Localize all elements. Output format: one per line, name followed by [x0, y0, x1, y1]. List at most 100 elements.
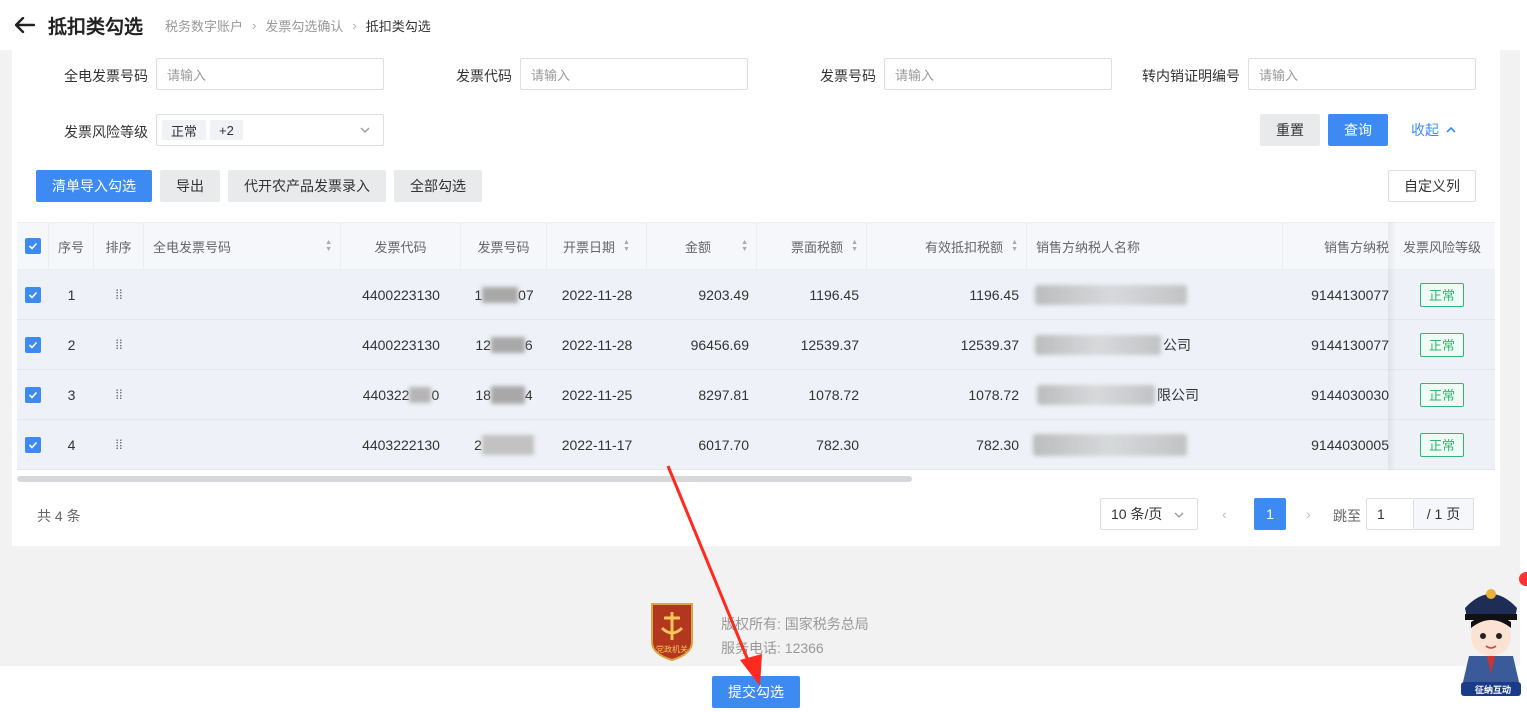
cell-valid-tax: 1196.45 [969, 286, 1019, 303]
drag-handle-icon[interactable]: ⁞⁞ [94, 270, 144, 319]
breadcrumb-item-tax-account[interactable]: 税务数字账户 [165, 16, 243, 35]
collapse-label: 收起 [1411, 122, 1439, 138]
table-row[interactable]: 3 ⁞⁞ 440322 0 18 4 2022-11-25 8297.81 1078… [17, 370, 1495, 420]
table-row[interactable]: 2 ⁞⁞ 4400223130 12 6 2022-11-28 96456.69 … [17, 320, 1495, 370]
back-arrow-icon[interactable] [14, 14, 36, 36]
column-header-full-no[interactable]: 全电发票号码 ▲ ▼ [144, 223, 341, 269]
checkbox-checked-icon[interactable] [25, 386, 41, 403]
cell-amount: 96456.69 [690, 336, 749, 353]
assistant-avatar[interactable]: 征纳互动 [1455, 578, 1527, 696]
cell-number-prefix: 1 [474, 286, 483, 303]
seller-name-redaction [1033, 434, 1187, 456]
checkbox-checked-icon[interactable] [25, 336, 41, 353]
drag-handle-icon[interactable]: ⁞⁞ [94, 420, 144, 469]
prev-page-icon[interactable]: ‹ [1222, 506, 1227, 522]
column-header-valid-tax-label: 有效抵扣税额 [925, 239, 1004, 255]
transfer-cert-label: 转内销证明编号 [1142, 68, 1240, 84]
sort-icon[interactable]: ▲ ▼ [325, 239, 332, 253]
checkbox-checked-icon[interactable] [24, 238, 41, 254]
checkbox-checked-icon[interactable] [25, 436, 41, 453]
column-header-full-no-label: 全电发票号码 [153, 239, 232, 255]
invoice-code-input[interactable]: 请输入 [520, 58, 748, 90]
page-size-label: 10 条/页 [1111, 506, 1163, 522]
cell-number-prefix: 18 [475, 386, 491, 403]
status-badge: 正常 [1419, 332, 1464, 357]
import-select-button[interactable]: 清单导入勾选 [36, 170, 152, 202]
header-select-all-checkbox[interactable] [17, 223, 49, 269]
cell-code: 440322 0 [341, 370, 461, 419]
column-header-tax[interactable]: 票面税额 ▲ ▼ [757, 223, 867, 269]
drag-handle-icon[interactable]: ⁞⁞ [94, 370, 144, 419]
risk-tag-normal: 正常 [162, 120, 207, 140]
full-invoice-no-input[interactable]: 请输入 [156, 58, 384, 90]
table-row[interactable]: 1 ⁞⁞ 4400223130 1 07 2022-11-28 9203.49 1… [17, 270, 1495, 320]
cell-seq: 3 [67, 386, 76, 403]
column-header-code: 发票代码 [341, 223, 461, 269]
page-1-button[interactable]: 1 [1254, 498, 1286, 530]
redaction-blur [481, 434, 534, 455]
cell-valid-tax: 12539.37 [960, 336, 1019, 353]
horizontal-scrollbar[interactable] [17, 476, 912, 482]
cell-number-prefix: 2 [474, 436, 482, 453]
sort-icon[interactable]: ▲ ▼ [741, 239, 748, 253]
next-page-icon[interactable]: › [1306, 506, 1311, 522]
cell-tax: 1196.45 [809, 286, 859, 303]
row-checkbox[interactable] [25, 370, 41, 419]
export-button[interactable]: 导出 [160, 170, 220, 202]
row-checkbox[interactable] [25, 270, 41, 319]
column-header-seller-id: 销售方纳税 [1323, 239, 1389, 255]
party-emblem-logo: 党政机关 [648, 602, 696, 662]
redaction-blur [490, 385, 525, 404]
cell-risk: 正常 [1389, 320, 1495, 369]
copyright-text: 版权所有: 国家税务总局 [721, 616, 869, 632]
custom-columns-button[interactable]: 自定义列 [1388, 170, 1476, 202]
redaction-blur [490, 336, 525, 353]
invoice-no-input[interactable]: 请输入 [884, 58, 1112, 90]
collapse-button[interactable]: 收起 [1404, 114, 1464, 146]
sort-icon[interactable]: ▲ ▼ [1011, 239, 1018, 253]
reset-button[interactable]: 重置 [1260, 114, 1320, 146]
chevron-down-icon [1173, 508, 1185, 524]
sort-icon[interactable]: ▲ ▼ [623, 239, 630, 253]
total-count: 共 4 条 [37, 508, 81, 524]
table-header: 序号 排序 全电发票号码 ▲ ▼ 发票代码 发票号码 开票日期 ▲ ▼ 金额 ▲ ▼ … [17, 222, 1495, 270]
cell-number: 18 4 [461, 370, 547, 419]
seller-name-redaction [1035, 285, 1187, 305]
breadcrumb-separator-icon: › [352, 17, 357, 33]
column-header-order: 排序 [94, 223, 144, 269]
query-button[interactable]: 查询 [1328, 114, 1388, 146]
transfer-cert-input[interactable]: 请输入 [1248, 58, 1476, 90]
top-bar: 抵扣类勾选 税务数字账户 › 发票勾选确认 › 抵扣类勾选 [0, 0, 1527, 50]
cell-tax: 1078.72 [808, 386, 859, 403]
drag-handle-icon[interactable]: ⁞⁞ [94, 320, 144, 369]
breadcrumb-item-invoice-confirm[interactable]: 发票勾选确认 [265, 16, 343, 35]
checkbox-checked-icon[interactable] [25, 286, 41, 303]
status-badge: 正常 [1419, 432, 1464, 457]
row-checkbox[interactable] [25, 420, 41, 469]
column-header-valid-tax[interactable]: 有效抵扣税额 ▲ ▼ [867, 223, 1027, 269]
column-header-risk: 发票风险等级 [1389, 223, 1495, 269]
chevron-down-icon [359, 124, 371, 139]
cell-risk: 正常 [1389, 370, 1495, 419]
status-badge: 正常 [1419, 282, 1464, 307]
chevron-up-icon [1445, 124, 1457, 136]
jump-page-input[interactable]: 1 [1366, 498, 1414, 530]
column-header-amount[interactable]: 金额 ▲ ▼ [647, 223, 757, 269]
select-all-button[interactable]: 全部勾选 [394, 170, 482, 202]
row-checkbox[interactable] [25, 320, 41, 369]
submit-selection-button[interactable]: 提交勾选 [712, 676, 800, 708]
risk-level-select[interactable]: 正常 +2 [156, 114, 384, 146]
column-header-date[interactable]: 开票日期 ▲ ▼ [547, 223, 647, 269]
cell-code-suffix: 0 [431, 386, 440, 403]
cell-valid-tax: 782.30 [976, 436, 1019, 453]
risk-tag-more: +2 [210, 120, 243, 140]
cell-amount: 9203.49 [698, 286, 749, 303]
cell-seq: 4 [67, 436, 76, 453]
redaction-blur [409, 386, 432, 403]
agri-invoice-entry-button[interactable]: 代开农产品发票录入 [228, 170, 386, 202]
sort-icon[interactable]: ▲ ▼ [851, 239, 858, 253]
table-row[interactable]: 4 ⁞⁞ 4403222130 2 2022-11-17 6017.70 782… [17, 420, 1495, 470]
seller-name-redaction [1037, 385, 1155, 405]
page-size-select[interactable]: 10 条/页 [1100, 498, 1198, 530]
cell-date: 2022-11-28 [561, 286, 633, 303]
